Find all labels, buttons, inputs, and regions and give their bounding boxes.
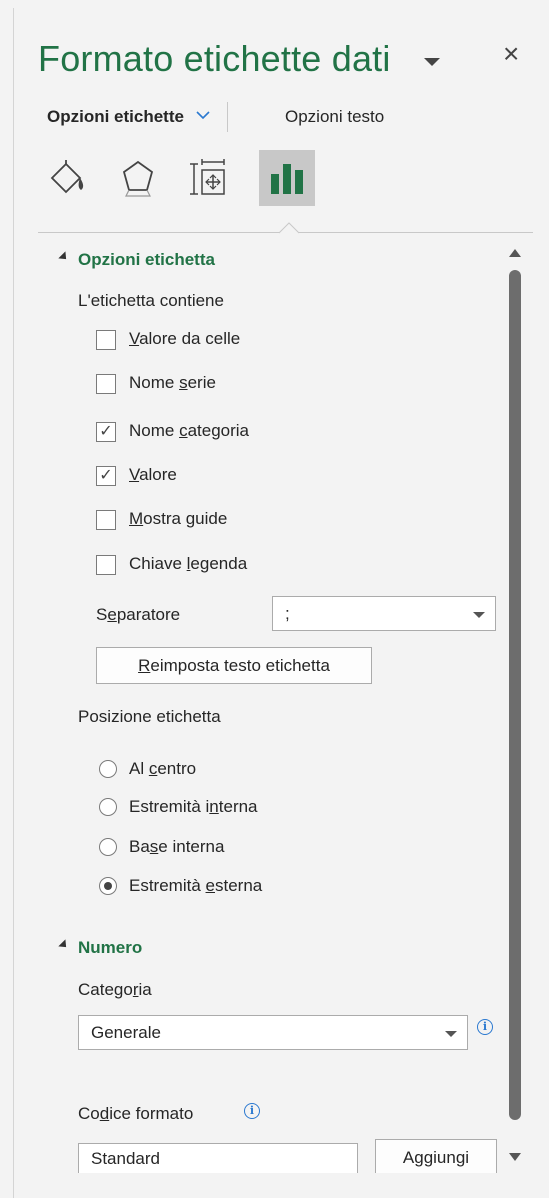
checkbox-label-value: Valore [129, 465, 177, 484]
chevron-down-icon[interactable] [196, 107, 210, 123]
fill-line-icon[interactable] [40, 150, 96, 206]
scroll-down-arrow-icon[interactable] [509, 1153, 521, 1161]
info-icon[interactable]: i [244, 1103, 260, 1119]
radio-inside-end[interactable] [99, 798, 117, 816]
section-label-options-title[interactable]: Opzioni etichetta [78, 250, 215, 270]
section-number-title[interactable]: Numero [78, 938, 142, 958]
subtab-divider [227, 102, 228, 132]
checkbox-label-legend-key: Chiave legenda [129, 554, 248, 573]
number-category-dropdown[interactable]: Generale [78, 1015, 468, 1050]
subtab-label-options[interactable]: Opzioni etichette [47, 107, 210, 131]
selected-tab-notch-icon [279, 222, 299, 234]
radio-label-inside-base: Base interna [129, 837, 225, 856]
checkbox-label-value-from-cells: Valore da celle [129, 329, 241, 348]
checkbox-value-from-cells[interactable] [96, 330, 116, 350]
category-icon-row [40, 150, 320, 208]
dropdown-arrow-icon [445, 1031, 457, 1037]
close-pane-button[interactable]: × [503, 40, 519, 68]
checkbox-series-name[interactable] [96, 374, 116, 394]
checkbox-label-category-name: Nome categoria [129, 421, 250, 440]
pane-options-chevron-icon[interactable] [424, 58, 440, 66]
category-label: Categoria [78, 980, 152, 999]
checkbox-label-series-name: Nome serie [129, 373, 216, 392]
separator-value: ; [285, 604, 290, 623]
radio-center[interactable] [99, 760, 117, 778]
dropdown-arrow-icon [473, 612, 485, 618]
label-contains-heading: L'etichetta contiene [78, 291, 224, 310]
info-icon[interactable]: i [477, 1019, 493, 1035]
label-options-icon[interactable] [259, 150, 315, 206]
scrollbar-thumb[interactable] [509, 270, 521, 1120]
radio-label-inside-end: Estremità interna [129, 797, 258, 816]
collapse-triangle-icon[interactable] [58, 251, 70, 263]
radio-outside-end[interactable] [99, 877, 117, 895]
add-format-button[interactable]: Aggiungi [375, 1139, 497, 1173]
scrollbar[interactable] [503, 245, 527, 1175]
format-code-value: Standard [91, 1149, 160, 1168]
radio-inside-base[interactable] [99, 838, 117, 856]
radio-label-center: Al centro [129, 759, 197, 778]
size-properties-icon[interactable] [180, 150, 236, 206]
checkbox-label-show-leader-lines: Mostra guide [129, 509, 228, 528]
subtab-label-options-text: Opzioni etichette [47, 107, 184, 126]
scroll-up-arrow-icon[interactable] [509, 249, 521, 257]
radio-label-outside-end: Estremità esterna [129, 876, 263, 895]
checkbox-show-leader-lines[interactable] [96, 510, 116, 530]
format-code-input[interactable]: Standard [78, 1143, 358, 1173]
format-data-labels-pane: Formato etichette dati × Opzioni etichet… [0, 0, 549, 1198]
effects-icon[interactable] [110, 150, 166, 206]
pane-title: Formato etichette dati [38, 38, 391, 79]
format-code-label: Codice formato [78, 1104, 194, 1123]
checkbox-value[interactable]: ✓ [96, 466, 116, 486]
label-position-heading: Posizione etichetta [78, 707, 221, 726]
separator-label: Separatore [96, 605, 181, 624]
separator-dropdown[interactable]: ; [272, 596, 496, 631]
subtab-text-options[interactable]: Opzioni testo [285, 107, 384, 127]
pane-border [13, 8, 14, 1198]
collapse-triangle-icon[interactable] [58, 939, 70, 951]
checkbox-category-name[interactable]: ✓ [96, 422, 116, 442]
checkbox-legend-key[interactable] [96, 555, 116, 575]
number-category-value: Generale [91, 1023, 161, 1042]
reset-label-text-button[interactable]: Reimposta testo etichetta [96, 647, 372, 684]
